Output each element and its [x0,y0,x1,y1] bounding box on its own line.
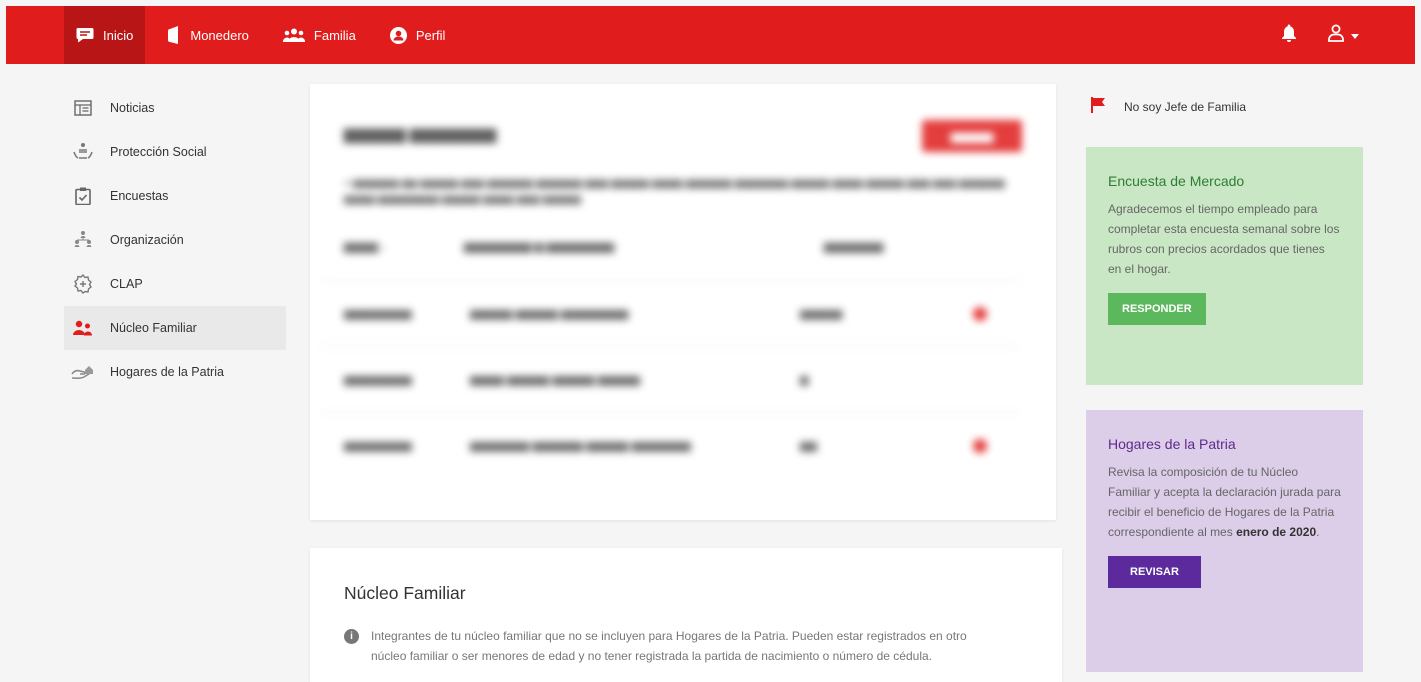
sidebar-item-label: Organización [110,233,184,247]
chat-bubble-icon [76,27,94,43]
sidebar-item-hogares-de-la-patria[interactable]: Hogares de la Patria [64,350,286,394]
tab-inicio[interactable]: Inicio [64,6,146,64]
organization-icon [70,230,96,250]
nucleo-familiar-info: i Integrantes de tu núcleo familiar que … [344,626,984,666]
account-circle-icon [389,26,407,44]
sidebar-item-nucleo-familiar[interactable]: Núcleo Familiar [64,306,286,350]
no-soy-jefe-link[interactable]: No soy Jefe de Familia [1090,97,1246,116]
blurred-table-row: ▆▆▆▆▆▆▆▆ ▆▆▆▆▆▆▆ ▆▆▆▆▆▆ ▆▆▆▆▆ ▆▆▆▆▆▆▆ ▆▆ [320,412,1020,478]
sidebar-item-label: Núcleo Familiar [110,321,197,335]
newspaper-icon [70,100,96,116]
revisar-button[interactable]: REVISAR [1108,556,1201,588]
blurred-title: ▆▆▆▆▆ ▆▆▆▆▆▆▆ [344,126,497,143]
family-icon [70,320,96,336]
flag-icon [1090,97,1106,116]
tab-familia-label: Familia [313,27,356,43]
tab-monedero-label: Monedero [190,27,249,43]
hogares-patria-panel: Hogares de la Patria Revisa la composici… [1086,410,1363,672]
group-icon [282,28,305,42]
nucleo-familiar-card: Núcleo Familiar i Integrantes de tu núcl… [310,548,1062,682]
encuesta-title: Encuesta de Mercado [1108,173,1245,189]
user-icon [1327,24,1345,47]
info-icon: i [344,629,359,644]
top-navbar: Inicio Monedero Familia Perfil [6,6,1415,64]
main-nav: Inicio Monedero Familia Perfil [64,6,457,64]
blurred-note: ● ▆▆▆▆▆▆ ▆▆ ▆▆▆▆▆ ▆▆▆ ▆▆▆▆▆▆ ▆▆▆▆▆▆ ▆▆▆ … [344,178,1005,205]
encuesta-text: Agradecemos el tiempo empleado para comp… [1108,202,1340,276]
home-hands-icon [70,364,96,380]
hogares-text: Revisa la composición de tu Núcleo Famil… [1108,462,1341,542]
clap-icon [70,274,96,294]
nucleo-familiar-info-text: Integrantes de tu núcleo familiar que no… [371,629,967,663]
topbar-actions [1281,24,1359,47]
notifications-button[interactable] [1281,24,1297,47]
blurred-table-row: ▆▆▆▆▆▆▆▆ ▆▆▆▆ ▆▆▆▆▆ ▆▆▆▆▆ ▆▆▆▆▆ ▆ [320,346,1020,412]
wallet-icon [167,26,181,44]
encuesta-mercado-panel: Encuesta de Mercado Agradecemos el tiemp… [1086,147,1363,385]
responder-button[interactable]: RESPONDER [1108,293,1206,325]
tab-perfil[interactable]: Perfil [378,6,458,64]
bell-icon [1281,24,1297,47]
tab-familia[interactable]: Familia [271,6,368,64]
sidebar-item-label: Protección Social [110,145,207,159]
sidebar: Noticias Protección Social Encuestas Org… [64,86,286,394]
blurred-table-header: ▆▆▆▆ ↓ ▆▆▆▆▆▆▆▆ ▆ ▆▆▆▆▆▆▆▆ ▆▆▆▆▆▆▆ [344,241,884,253]
no-soy-jefe-label: No soy Jefe de Familia [1124,99,1247,114]
sidebar-item-clap[interactable]: CLAP [64,262,286,306]
nucleo-familiar-title: Núcleo Familiar [344,583,466,603]
tab-inicio-label: Inicio [103,27,134,43]
blurred-button: ▆▆▆▆▆ [922,120,1022,152]
sidebar-item-label: Hogares de la Patria [110,365,224,379]
sidebar-item-label: Encuestas [110,189,169,203]
hogares-text-month: enero de 2020 [1236,525,1317,539]
sidebar-item-noticias[interactable]: Noticias [64,86,286,130]
blurred-table-row: ▆▆▆▆▆▆▆▆ ▆▆▆▆▆ ▆▆▆▆▆ ▆▆▆▆▆▆▆▆ ▆▆▆▆▆ [320,280,1020,346]
blurred-family-members-card: ▆▆▆▆▆ ▆▆▆▆▆▆▆ ▆▆▆▆▆ ● ▆▆▆▆▆▆ ▆▆ ▆▆▆▆▆ ▆▆… [310,84,1056,520]
clipboard-check-icon [70,187,96,205]
sidebar-item-label: CLAP [110,277,143,291]
sidebar-item-encuestas[interactable]: Encuestas [64,174,286,218]
tab-monedero[interactable]: Monedero [155,6,261,64]
sidebar-item-label: Noticias [110,101,155,115]
caret-down-icon [1351,26,1359,44]
sidebar-item-organizacion[interactable]: Organización [64,218,286,262]
hogares-text-suffix: . [1316,525,1320,539]
social-protection-icon [70,142,96,162]
tab-perfil-label: Perfil [415,27,446,43]
user-menu-button[interactable] [1327,24,1359,47]
hogares-title: Hogares de la Patria [1108,436,1236,452]
sidebar-item-proteccion-social[interactable]: Protección Social [64,130,286,174]
